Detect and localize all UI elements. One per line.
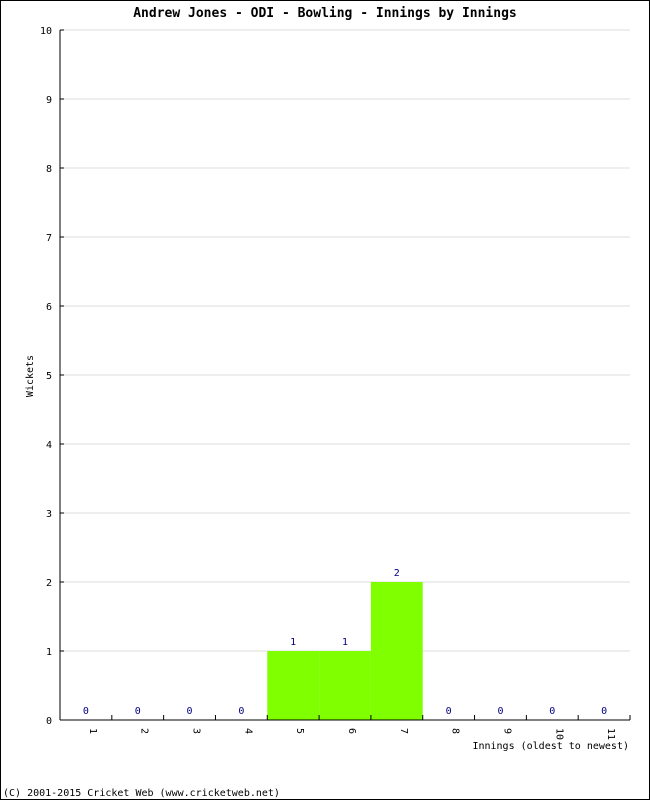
x-tick-label: 11 bbox=[605, 728, 616, 740]
x-tick-label: 7 bbox=[398, 728, 409, 734]
y-tick-label: 7 bbox=[46, 233, 52, 244]
data-label: 0 bbox=[446, 706, 452, 717]
bar bbox=[370, 582, 423, 720]
bar bbox=[267, 651, 320, 720]
data-label: 0 bbox=[497, 706, 503, 717]
y-tick-label: 3 bbox=[46, 509, 52, 520]
data-label: 1 bbox=[290, 637, 296, 648]
y-tick-label: 10 bbox=[40, 26, 52, 37]
y-tick-label: 2 bbox=[46, 578, 52, 589]
y-tick-label: 1 bbox=[46, 647, 52, 658]
x-tick-label: 6 bbox=[346, 728, 357, 734]
x-tick-label: 8 bbox=[450, 728, 461, 734]
x-tick-label: 3 bbox=[191, 728, 202, 734]
x-axis-label: Innings (oldest to newest) bbox=[472, 741, 629, 752]
chart-title: Andrew Jones - ODI - Bowling - Innings b… bbox=[133, 6, 517, 21]
y-tick-label: 4 bbox=[46, 440, 52, 451]
bar bbox=[319, 651, 371, 720]
y-tick-label: 8 bbox=[46, 164, 52, 175]
data-label: 0 bbox=[83, 706, 89, 717]
data-label: 0 bbox=[601, 706, 607, 717]
footer-copyright: (C) 2001-2015 Cricket Web (www.cricketwe… bbox=[3, 788, 280, 799]
data-label: 0 bbox=[135, 706, 141, 717]
x-tick-label: 5 bbox=[294, 728, 305, 734]
y-tick-label: 5 bbox=[46, 371, 52, 382]
y-tick-label: 9 bbox=[46, 95, 52, 106]
y-tick-label: 6 bbox=[46, 302, 52, 313]
x-tick-label: 10 bbox=[553, 728, 564, 740]
x-tick-label: 1 bbox=[87, 728, 98, 734]
bar-chart: Andrew Jones - ODI - Bowling - Innings b… bbox=[3, 6, 631, 799]
data-label: 0 bbox=[238, 706, 244, 717]
x-tick-label: 2 bbox=[139, 728, 150, 734]
y-axis-label: Wickets bbox=[25, 355, 36, 397]
x-tick-label: 4 bbox=[242, 728, 253, 734]
data-label: 1 bbox=[342, 637, 348, 648]
data-label: 2 bbox=[394, 568, 400, 579]
x-tick-label: 9 bbox=[501, 728, 512, 734]
data-label: 0 bbox=[187, 706, 193, 717]
data-label: 0 bbox=[549, 706, 555, 717]
y-tick-label: 0 bbox=[46, 716, 52, 727]
